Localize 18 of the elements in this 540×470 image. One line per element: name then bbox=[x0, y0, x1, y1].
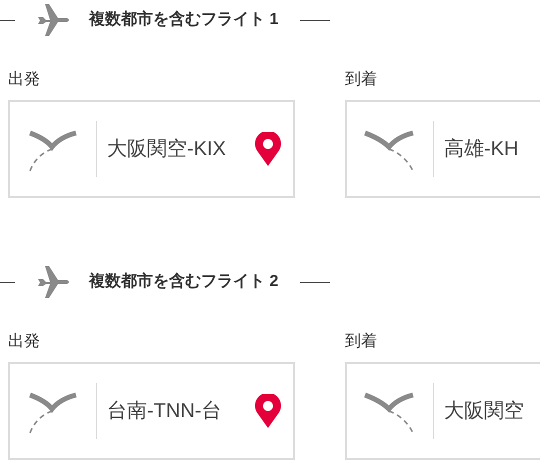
field-label: 出発 bbox=[8, 332, 40, 352]
location-pin-icon[interactable] bbox=[255, 132, 281, 166]
airplane-icon bbox=[37, 3, 71, 37]
section-title: 複数都市を含むフライト 1 bbox=[89, 9, 278, 30]
field-value: 高雄-KH bbox=[444, 137, 518, 162]
field-value: 大阪関空-KIX bbox=[107, 137, 226, 162]
location-pin-icon[interactable] bbox=[255, 394, 281, 428]
departure-field[interactable]: 台南-TNN-台 bbox=[8, 362, 295, 460]
section-title: 複数都市を含むフライト 2 bbox=[89, 271, 278, 292]
arrival-field[interactable]: 大阪関空 bbox=[345, 362, 540, 460]
field-label: 到着 bbox=[345, 332, 377, 352]
airplane-icon bbox=[37, 265, 71, 299]
field-value: 台南-TNN-台 bbox=[107, 399, 222, 424]
arrival-field[interactable]: 高雄-KH bbox=[345, 100, 540, 198]
field-value: 大阪関空 bbox=[444, 399, 524, 424]
field-label: 到着 bbox=[345, 70, 377, 90]
departure-field[interactable]: 大阪関空-KIX bbox=[8, 100, 295, 198]
field-label: 出発 bbox=[8, 70, 40, 90]
